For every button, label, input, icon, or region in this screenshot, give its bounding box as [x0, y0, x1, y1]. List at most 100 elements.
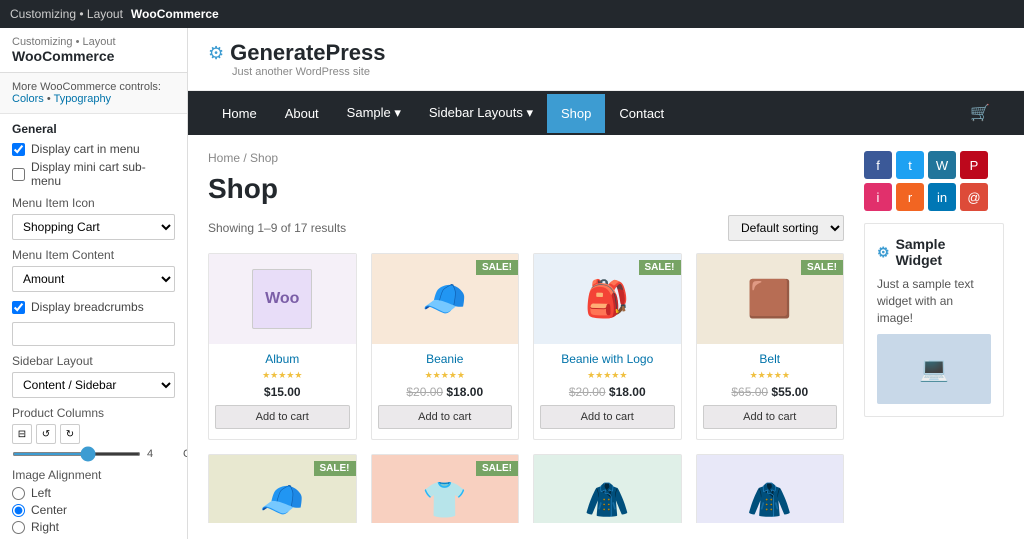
product-image: Woo [209, 254, 356, 344]
add-to-cart-button[interactable]: Add to cart [703, 405, 838, 429]
product-image: 🧥 [534, 455, 681, 523]
product-stars: ★★★★★ [697, 370, 844, 381]
typography-link[interactable]: Typography [54, 93, 111, 105]
social-icon-instagram[interactable]: i [864, 183, 892, 211]
product-name: Beanie with Logo [534, 352, 681, 366]
site-header: ⚙ GeneratePress Just another WordPress s… [188, 28, 1024, 91]
logo-icon: ⚙ [208, 43, 224, 64]
woo-label: WooCommerce [131, 7, 219, 21]
product-card: SALE! 🧢 Cap ★★★★★ $16.00 Add to cart [208, 454, 357, 523]
align-right-radio[interactable] [12, 521, 25, 534]
nav-contact[interactable]: Contact [605, 94, 678, 133]
social-icon-email[interactable]: @ [960, 183, 988, 211]
align-left-radio[interactable] [12, 487, 25, 500]
display-cart-checkbox[interactable] [12, 143, 25, 156]
product-card: SALE! 🎒 Beanie with Logo ★★★★★ $20.00 $1… [533, 253, 682, 440]
add-to-cart-button[interactable]: Add to cart [378, 405, 513, 429]
align-center-row: Center [12, 503, 175, 517]
menu-content-select[interactable]: Amount [12, 266, 175, 292]
slider-icon-2[interactable]: ↺ [36, 424, 56, 444]
sale-badge: SALE! [476, 260, 518, 275]
preview-area: ⚙ GeneratePress Just another WordPress s… [188, 28, 1024, 539]
content-area: Home / Shop Shop Showing 1–9 of 17 resul… [188, 135, 1024, 539]
widget-title: ⚙ Sample Widget [877, 236, 991, 268]
nav-about[interactable]: About [271, 94, 333, 133]
social-icon-facebook[interactable]: f [864, 151, 892, 179]
product-stars: ★★★★★ [209, 370, 356, 381]
product-columns-label: Product Columns [12, 406, 175, 420]
breadcrumb: Home / Shop [208, 151, 844, 165]
site-tagline: Just another WordPress site [232, 66, 385, 78]
customizer-title: WooCommerce [12, 48, 175, 64]
nav-home[interactable]: Home [208, 94, 271, 133]
product-card: SALE! 🟫 Belt ★★★★★ $65.00 $55.00 Add to … [696, 253, 845, 440]
align-left-row: Left [12, 486, 175, 500]
product-columns-value: 4 [147, 448, 177, 460]
product-name: Belt [697, 352, 844, 366]
add-to-cart-button[interactable]: Add to cart [540, 405, 675, 429]
menu-content-label: Menu Item Content [12, 248, 175, 262]
product-image: SALE! 👕 [372, 455, 519, 523]
customizing-label: Customizing • Layout [10, 7, 123, 21]
add-to-cart-button[interactable]: Add to cart [215, 405, 350, 429]
product-image: 🧥 [697, 455, 844, 523]
product-price: $65.00 $55.00 [697, 385, 844, 399]
shop-sidebar: ftWPirin@ ⚙ Sample Widget Just a sample … [864, 151, 1004, 523]
social-icon-rss[interactable]: r [896, 183, 924, 211]
nav-cart-icon[interactable]: 🛒 [956, 91, 1004, 135]
nav-sample[interactable]: Sample ▾ [333, 93, 415, 133]
product-stars: ★★★★★ [372, 370, 519, 381]
display-breadcrumbs-label: Display breadcrumbs [31, 300, 144, 314]
align-right-label: Right [31, 520, 59, 534]
display-mini-cart-checkbox[interactable] [12, 168, 25, 181]
align-right-row: Right [12, 520, 175, 534]
customizer-breadcrumb: Customizing • Layout [12, 36, 175, 48]
breadcrumb-input[interactable]: Shop [12, 322, 175, 346]
sidebar-layout-label: Sidebar Layout [12, 354, 175, 368]
widget-box: ⚙ Sample Widget Just a sample text widge… [864, 223, 1004, 417]
slider-icons: ⊟ ↺ ↻ [12, 424, 175, 444]
display-breadcrumbs-row: Display breadcrumbs [12, 300, 175, 314]
shop-title: Shop [208, 173, 844, 205]
shop-toolbar: Showing 1–9 of 17 results Default sortin… [208, 215, 844, 241]
product-image: SALE! 🟫 [697, 254, 844, 344]
widget-title-text: Sample Widget [896, 236, 991, 268]
site-logo: ⚙ GeneratePress Just another WordPress s… [208, 40, 385, 78]
product-card: SALE! 👕 Hoodie ★★★★★ $45.00 Add to cart [371, 454, 520, 523]
display-breadcrumbs-checkbox[interactable] [12, 301, 25, 314]
align-left-label: Left [31, 486, 51, 500]
image-alignment-label: Image Alignment [12, 468, 175, 482]
product-name: Album [209, 352, 356, 366]
product-card: 🧥 Hoodie with Zipper ★★★★★ $45.00 Add to… [696, 454, 845, 523]
nav-sidebar-layouts[interactable]: Sidebar Layouts ▾ [415, 93, 547, 133]
product-name: Beanie [372, 352, 519, 366]
nav-shop[interactable]: Shop [547, 94, 605, 133]
display-mini-cart-label: Display mini cart sub-menu [31, 160, 175, 188]
slider-icon-3[interactable]: ↻ [60, 424, 80, 444]
product-stars: ★★★★★ [534, 370, 681, 381]
slider-icon-1[interactable]: ⊟ [12, 424, 32, 444]
product-card: 🧥 Hoodie with Logo ★★★★★ $45.00 Add to c… [533, 454, 682, 523]
customizer-more: More WooCommerce controls: Colors • Typo… [0, 73, 187, 114]
social-icon-linkedin[interactable]: in [928, 183, 956, 211]
general-title: General [12, 122, 175, 136]
menu-icon-label: Menu Item Icon [12, 196, 175, 210]
menu-icon-select[interactable]: Shopping Cart [12, 214, 175, 240]
sort-select[interactable]: Default sorting [728, 215, 844, 241]
product-card: SALE! 🧢 Beanie ★★★★★ $20.00 $18.00 Add t… [371, 253, 520, 440]
product-price: $20.00 $18.00 [534, 385, 681, 399]
product-columns-slider[interactable] [12, 452, 141, 456]
colors-link[interactable]: Colors [12, 93, 44, 105]
social-icon-pinterest[interactable]: P [960, 151, 988, 179]
align-center-radio[interactable] [12, 504, 25, 517]
social-icon-wordpress[interactable]: W [928, 151, 956, 179]
sale-badge: SALE! [639, 260, 681, 275]
admin-bar: Customizing • Layout WooCommerce [0, 0, 1024, 28]
product-columns-slider-row: 4 COL [12, 448, 175, 460]
product-price: $15.00 [209, 385, 356, 399]
align-center-label: Center [31, 503, 67, 517]
social-icon-twitter[interactable]: t [896, 151, 924, 179]
sidebar-layout-select[interactable]: Content / Sidebar [12, 372, 175, 398]
widget-image: 💻 [877, 334, 991, 404]
product-grid: Woo Album ★★★★★ $15.00 Add to cart SALE!… [208, 253, 844, 523]
